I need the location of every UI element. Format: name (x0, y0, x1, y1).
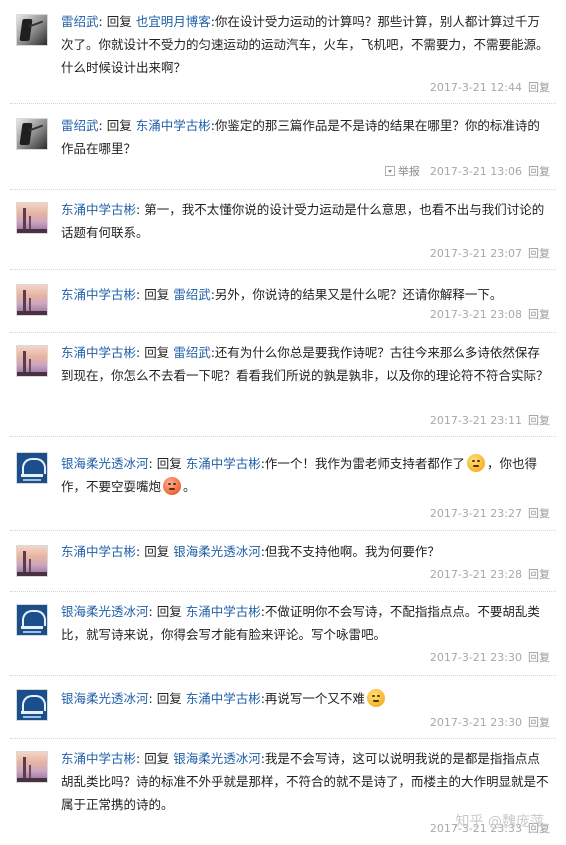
reply-target-name[interactable]: 银海柔光透冰河 (173, 544, 261, 559)
avatar[interactable] (16, 545, 48, 577)
reply-target-name[interactable]: 东涌中学古彬 (186, 456, 261, 471)
reply-link[interactable]: 回复 (528, 81, 550, 94)
comment-text: 东涌中学古彬: 回复 银海柔光透冰河:但我不支持他啊。我为何要作？ (61, 544, 440, 559)
comment-meta: 2017-3-21 23:07 回复 (430, 246, 550, 262)
author-name[interactable]: 东涌中学古彬 (61, 751, 136, 766)
comment-item: 银海柔光透冰河: 回复 东涌中学古彬:不做证明你不会写诗，不配指指点点。不要胡乱… (0, 592, 566, 675)
comment-meta: 2017-3-21 23:27 回复 (430, 506, 550, 522)
comment-item: 银海柔光透冰河: 回复 东涌中学古彬:作一个！我作为雷老师支持者都作了 ，你也得作… (0, 437, 566, 530)
comment-text: 东涌中学古彬: 回复 银海柔光透冰河:我是不会写诗，这可以说明我说的是都是指指点… (61, 751, 549, 812)
reply-target-name[interactable]: 也宜明月博客 (136, 14, 211, 29)
comment-time: 2017-3-21 12:44 (429, 81, 522, 94)
comment-meta: 2017-3-21 23:08 回复 (430, 307, 550, 323)
comment-item: 东涌中学古彬: 第一，我不太懂你说的设计受力运动是什么意思，也看不出与我们讨论的… (0, 190, 566, 269)
author-name[interactable]: 东涌中学古彬 (61, 287, 136, 302)
comment-item: 银海柔光透冰河: 回复 东涌中学古彬:再说写一个又不难 2017-3-21 23… (0, 676, 566, 738)
comment-text: 银海柔光透冰河: 回复 东涌中学古彬:作一个！我作为雷老师支持者都作了 ，你也得作… (61, 454, 537, 495)
comment-text: 东涌中学古彬: 第一，我不太懂你说的设计受力运动是什么意思，也看不出与我们讨论的… (61, 202, 545, 240)
author-name[interactable]: 银海柔光透冰河 (61, 604, 149, 619)
reply-link[interactable]: 回复 (528, 414, 550, 427)
report-button[interactable]: 举报 (384, 165, 420, 178)
comment-text: 银海柔光透冰河: 回复 东涌中学古彬:再说写一个又不难 (61, 687, 551, 710)
comment-meta: 2017-3-21 23:30 回复 (430, 715, 550, 731)
comment-text: 雷绍武: 回复 东涌中学古彬:你鉴定的那三篇作品是不是诗的结果在哪里？你的标准诗… (61, 118, 540, 156)
comment-text: 东涌中学古彬: 回复 雷绍武:还有为什么你总是要我作诗呢？古往今来那么多诗依然保… (61, 345, 549, 383)
reply-link[interactable]: 回复 (528, 247, 550, 260)
comment-meta: 2017-3-21 12:44 回复 (430, 80, 550, 96)
shy-emoji-icon (366, 689, 385, 707)
author-name[interactable]: 银海柔光透冰河 (61, 691, 149, 706)
reply-target-name[interactable]: 雷绍武 (173, 287, 211, 302)
avatar[interactable] (16, 751, 48, 783)
author-name[interactable]: 雷绍武 (61, 14, 99, 29)
avatar[interactable] (16, 345, 48, 377)
comment-meta: 2017-3-21 23:11 回复 (430, 413, 550, 429)
comment-meta: 2017-3-21 23:28 回复 (430, 567, 550, 583)
comment-time: 2017-3-21 23:27 (429, 507, 522, 520)
comment-text: 银海柔光透冰河: 回复 东涌中学古彬:不做证明你不会写诗，不配指指点点。不要胡乱… (61, 604, 540, 642)
reply-target-name[interactable]: 雷绍武 (173, 345, 211, 360)
comment-text: 东涌中学古彬: 回复 雷绍武:另外，你说诗的结果又是什么呢？还请你解释一下。 (61, 287, 503, 302)
reply-target-name[interactable]: 东涌中学古彬 (136, 118, 211, 133)
reply-target-name[interactable]: 东涌中学古彬 (186, 604, 261, 619)
avatar[interactable] (16, 202, 48, 234)
reply-link[interactable]: 回复 (528, 165, 550, 178)
comment-item: 雷绍武: 回复 东涌中学古彬:你鉴定的那三篇作品是不是诗的结果在哪里？你的标准诗… (0, 104, 566, 189)
comment-time: 2017-3-21 23:08 (429, 308, 522, 321)
comment-item: 雷绍武: 回复 也宜明月博客:你在设计受力运动的计算吗？那些计算，别人都计算过千… (0, 0, 566, 103)
comment-text: 雷绍武: 回复 也宜明月博客:你在设计受力运动的计算吗？那些计算，别人都计算过千… (61, 14, 549, 75)
avatar[interactable] (16, 118, 48, 150)
author-name[interactable]: 东涌中学古彬 (61, 544, 136, 559)
avatar[interactable] (16, 689, 48, 721)
author-name[interactable]: 银海柔光透冰河 (61, 456, 149, 471)
reply-link[interactable]: 回复 (528, 716, 550, 729)
reply-link[interactable]: 回复 (528, 507, 550, 520)
avatar[interactable] (16, 14, 48, 46)
comment-time: 2017-3-21 23:30 (429, 716, 522, 729)
comment-item: 东涌中学古彬: 回复 雷绍武:还有为什么你总是要我作诗呢？古往今来那么多诗依然保… (0, 333, 566, 436)
comment-meta: 举报 2017-3-21 13:06 回复 (384, 164, 550, 180)
reply-link[interactable]: 回复 (528, 568, 550, 581)
comment-time: 2017-3-21 23:30 (429, 651, 522, 664)
avatar[interactable] (16, 284, 48, 316)
comment-meta: 2017-3-21 23:30 回复 (430, 650, 550, 666)
avatar[interactable] (16, 604, 48, 636)
report-icon (384, 166, 395, 176)
comment-time: 2017-3-21 23:11 (429, 414, 522, 427)
reply-target-name[interactable]: 东涌中学古彬 (186, 691, 261, 706)
smile-emoji-icon (466, 454, 485, 472)
comment-time: 2017-3-21 23:28 (429, 568, 522, 581)
reply-link[interactable]: 回复 (528, 308, 550, 321)
author-name[interactable]: 东涌中学古彬 (61, 345, 136, 360)
comment-item: 东涌中学古彬: 回复 银海柔光透冰河:但我不支持他啊。我为何要作？ 2017-3… (0, 531, 566, 591)
comment-item: 东涌中学古彬: 回复 雷绍武:另外，你说诗的结果又是什么呢？还请你解释一下。 2… (0, 270, 566, 332)
author-name[interactable]: 东涌中学古彬 (61, 202, 136, 217)
avatar[interactable] (16, 452, 48, 484)
reply-link[interactable]: 回复 (528, 651, 550, 664)
watermark: 知乎 @魏庞萍 (455, 814, 544, 830)
reply-target-name[interactable]: 银海柔光透冰河 (173, 751, 261, 766)
comment-time: 2017-3-21 23:07 (429, 247, 522, 260)
angry-emoji-icon (163, 477, 182, 495)
comment-time: 2017-3-21 13:06 (429, 165, 522, 178)
author-name[interactable]: 雷绍武 (61, 118, 99, 133)
